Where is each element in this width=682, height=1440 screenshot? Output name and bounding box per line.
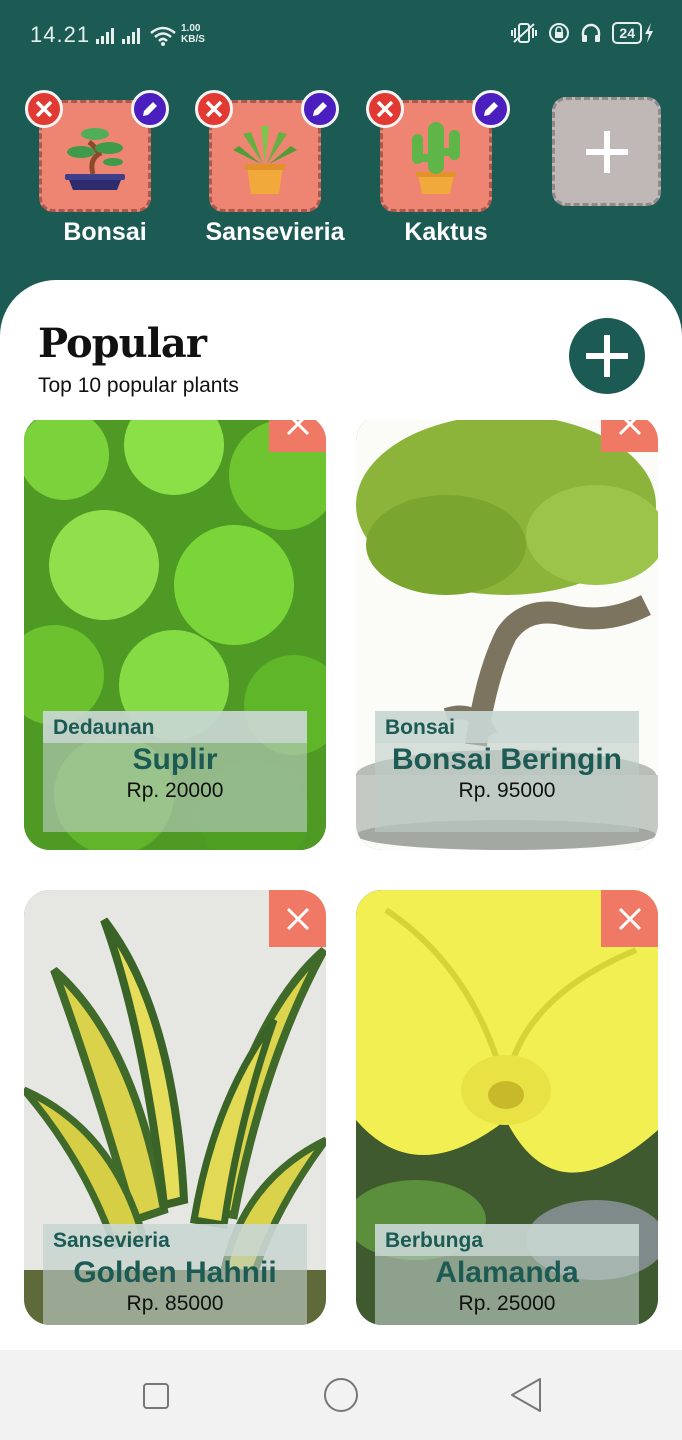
plant-category: Bonsai — [375, 711, 639, 743]
delete-plant-button[interactable] — [269, 890, 326, 947]
status-right: 24 — [510, 22, 654, 44]
plant-info-body: Golden Hahnii Rp. 85000 — [43, 1256, 307, 1325]
pencil-icon — [484, 102, 498, 116]
close-icon — [286, 420, 309, 435]
popular-sheet: Popular Top 10 popular plants Dedaunan S… — [0, 280, 682, 1350]
category-label: Sansevieria — [205, 218, 345, 246]
category-tile-bonsai[interactable] — [25, 90, 169, 212]
wifi-icon — [150, 26, 176, 46]
section-title: Popular — [38, 320, 207, 367]
home-button[interactable] — [323, 1377, 359, 1417]
status-bar: 14.21 1.00 KB/S 24 — [0, 0, 682, 72]
plant-info-body: Alamanda Rp. 25000 — [375, 1256, 639, 1325]
plant-card[interactable]: Bonsai Bonsai Beringin Rp. 95000 — [356, 420, 658, 850]
add-plant-button[interactable] — [569, 318, 645, 394]
plant-name: Bonsai Beringin — [391, 743, 623, 776]
delete-category-button[interactable] — [366, 90, 404, 128]
plant-card[interactable]: Berbunga Alamanda Rp. 25000 — [356, 890, 658, 1325]
signal-icon — [96, 28, 114, 44]
battery-indicator: 24 — [612, 22, 654, 44]
back-triangle-icon — [511, 1378, 541, 1412]
net-speed-value: 1.00 — [181, 23, 201, 34]
close-icon — [376, 100, 394, 118]
cactus-pot-icon — [412, 122, 460, 194]
plant-name: Golden Hahnii — [73, 1256, 277, 1289]
circle-icon — [324, 1378, 358, 1412]
plant-grid: Dedaunan Suplir Rp. 20000 Bonsai Bonsai … — [0, 420, 682, 1350]
pencil-icon — [143, 102, 157, 116]
bonsai-pot-icon — [65, 128, 125, 190]
edit-category-button[interactable] — [301, 90, 339, 128]
plant-info: Berbunga Alamanda Rp. 25000 — [375, 1224, 639, 1325]
close-icon — [35, 100, 53, 118]
headphones-icon — [582, 23, 601, 42]
plant-card[interactable]: Sansevieria Golden Hahnii Rp. 85000 — [24, 890, 326, 1325]
lock-rotation-icon — [549, 23, 570, 43]
recents-button[interactable] — [142, 1382, 170, 1414]
category-tile-kaktus[interactable] — [366, 90, 510, 212]
plant-price: Rp. 20000 — [126, 779, 224, 802]
plant-category: Sansevieria — [43, 1224, 307, 1256]
vibrate-icon — [511, 23, 538, 43]
plant-info: Bonsai Bonsai Beringin Rp. 95000 — [375, 711, 639, 832]
plus-icon — [586, 335, 628, 377]
close-icon — [286, 907, 309, 930]
edit-category-button[interactable] — [131, 90, 169, 128]
close-icon — [205, 100, 223, 118]
square-icon — [143, 1383, 169, 1409]
close-icon — [618, 907, 641, 930]
delete-category-button[interactable] — [25, 90, 63, 128]
plant-category: Dedaunan — [43, 711, 307, 743]
battery-level: 24 — [612, 22, 642, 44]
plant-name: Alamanda — [435, 1256, 579, 1289]
category-label: Kaktus — [404, 218, 488, 246]
charging-icon — [645, 23, 653, 43]
back-button[interactable] — [510, 1377, 542, 1417]
category-label: Bonsai — [63, 218, 147, 246]
net-speed-unit: KB/S — [181, 34, 205, 45]
category-tile-sansevieria[interactable] — [195, 90, 339, 212]
section-subtitle: Top 10 popular plants — [38, 374, 239, 397]
signal-icon-2 — [122, 28, 140, 44]
plant-card[interactable]: Dedaunan Suplir Rp. 20000 — [24, 420, 326, 850]
delete-category-button[interactable] — [195, 90, 233, 128]
delete-plant-button[interactable] — [601, 890, 658, 947]
edit-category-button[interactable] — [472, 90, 510, 128]
plant-price: Rp. 85000 — [126, 1292, 224, 1315]
plant-info-body: Suplir Rp. 20000 — [43, 743, 307, 832]
plant-price: Rp. 25000 — [458, 1292, 556, 1315]
navigation-bar — [0, 1350, 682, 1440]
plant-info: Sansevieria Golden Hahnii Rp. 85000 — [43, 1224, 307, 1325]
plant-info: Dedaunan Suplir Rp. 20000 — [43, 711, 307, 832]
plant-price: Rp. 95000 — [458, 779, 556, 802]
pencil-icon — [313, 102, 327, 116]
plant-name: Suplir — [132, 743, 218, 776]
plant-category: Berbunga — [375, 1224, 639, 1256]
status-time: 14.21 — [30, 22, 91, 47]
plant-info-body: Bonsai Beringin Rp. 95000 — [375, 743, 639, 832]
plus-icon — [585, 130, 628, 173]
delete-plant-button[interactable] — [601, 420, 658, 452]
add-category-button[interactable] — [552, 97, 661, 206]
delete-plant-button[interactable] — [269, 420, 326, 452]
net-speed: 1.00 KB/S — [181, 23, 205, 45]
succulent-pot-icon — [233, 126, 297, 194]
close-icon — [618, 420, 641, 435]
